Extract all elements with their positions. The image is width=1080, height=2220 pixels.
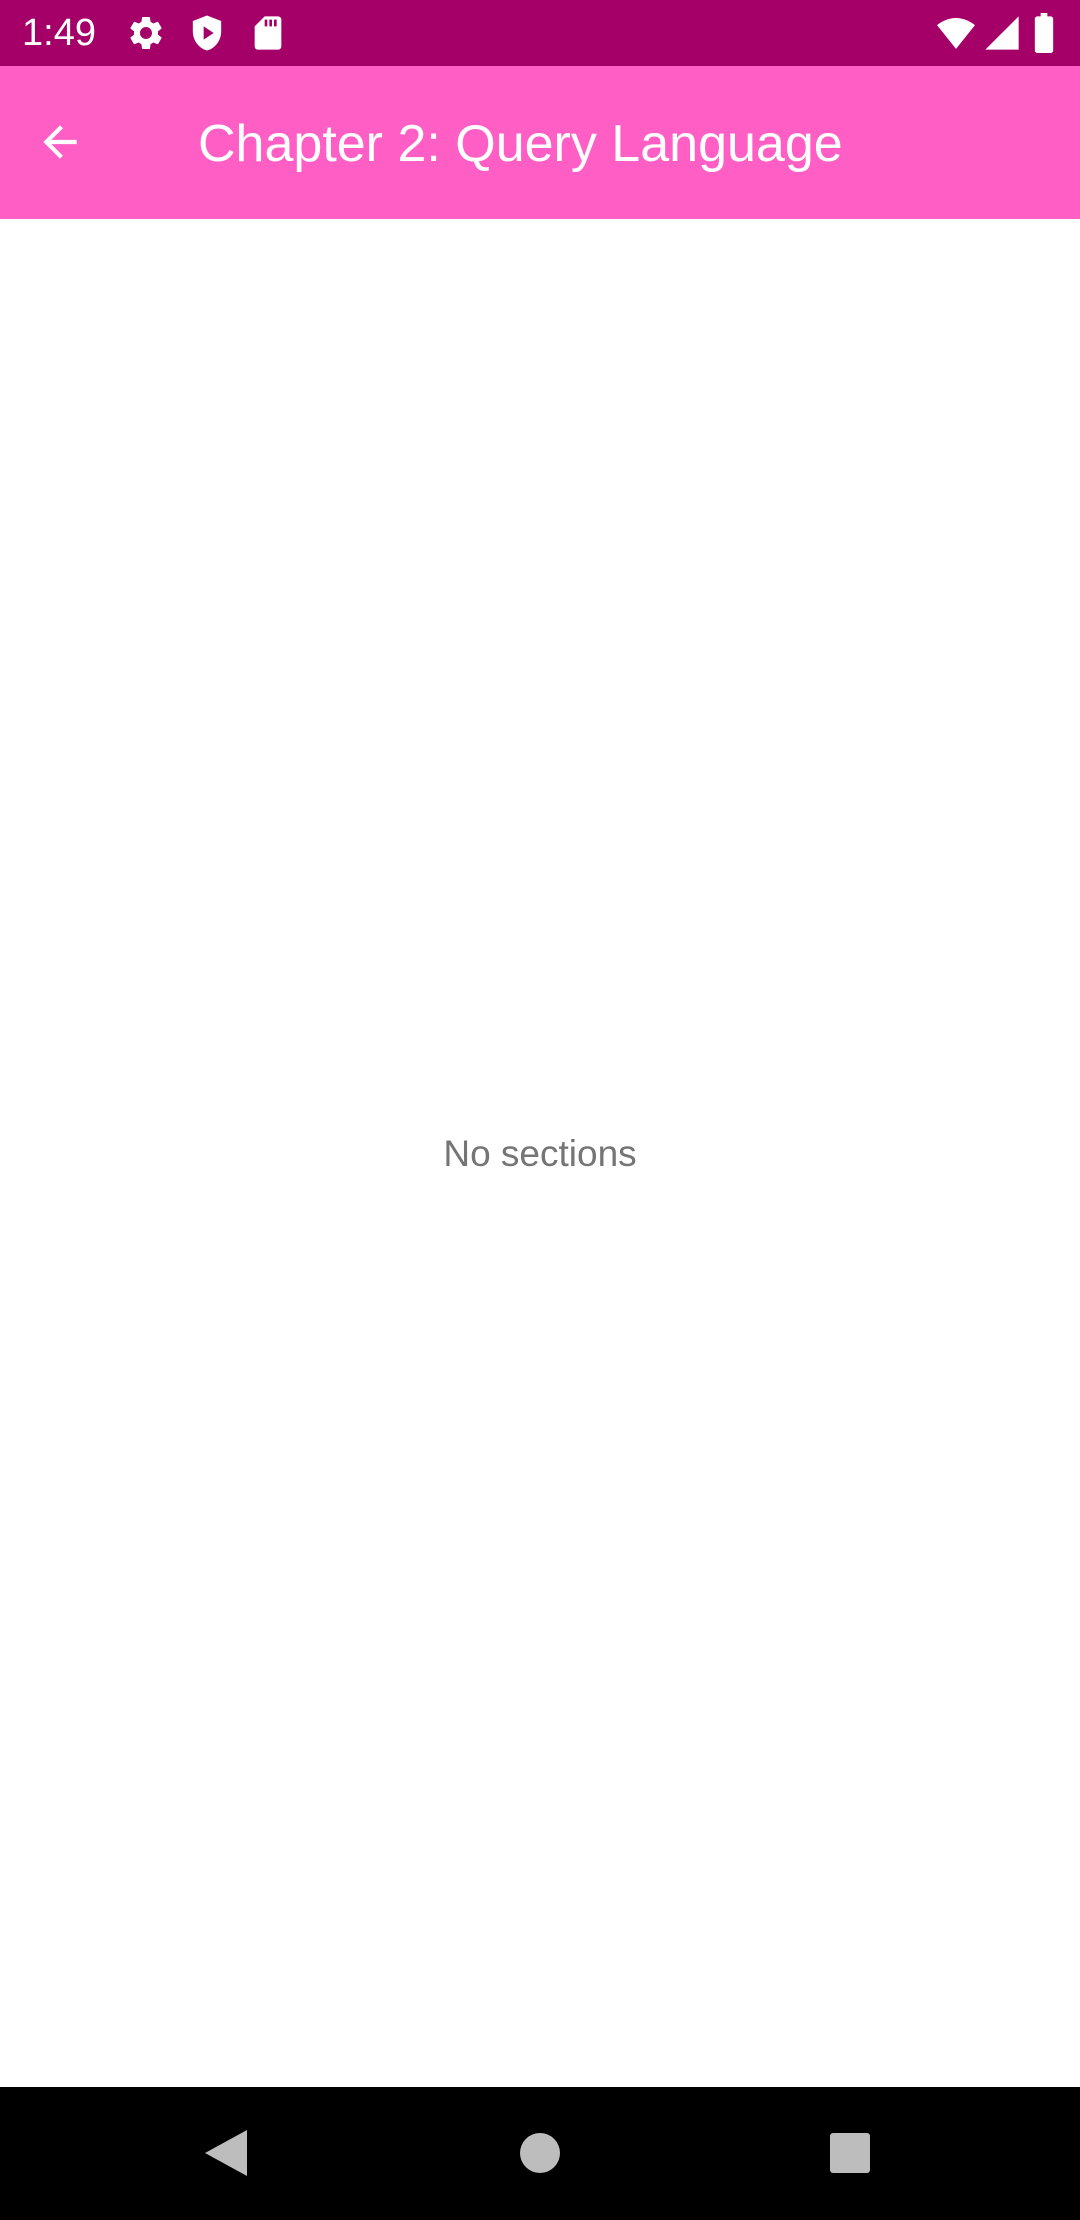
screen: 1:49 Chapter 2: Query Language No sectio…	[0, 0, 1080, 2220]
section-list: No sections	[0, 219, 1080, 2087]
recents-square-icon	[830, 2133, 870, 2173]
shield-play-icon	[187, 13, 227, 53]
empty-state-message: No sections	[443, 1133, 637, 1174]
back-button[interactable]	[30, 112, 90, 172]
nav-recents-button[interactable]	[810, 2113, 890, 2193]
sd-card-icon	[248, 13, 288, 53]
settings-icon	[126, 13, 166, 53]
home-circle-icon	[520, 2133, 560, 2173]
arrow-back-icon	[43, 125, 77, 159]
nav-back-button[interactable]	[186, 2113, 266, 2193]
nav-home-button[interactable]	[500, 2113, 580, 2193]
wifi-icon	[936, 13, 976, 53]
app-bar: Chapter 2: Query Language	[0, 66, 1080, 219]
battery-icon	[1028, 13, 1060, 53]
cellular-signal-icon	[982, 13, 1022, 53]
navigation-bar	[0, 2087, 1080, 2220]
back-triangle-icon	[205, 2130, 247, 2176]
status-bar: 1:49	[0, 0, 1080, 66]
status-time: 1:49	[22, 12, 96, 54]
page-title: Chapter 2: Query Language	[198, 115, 843, 173]
